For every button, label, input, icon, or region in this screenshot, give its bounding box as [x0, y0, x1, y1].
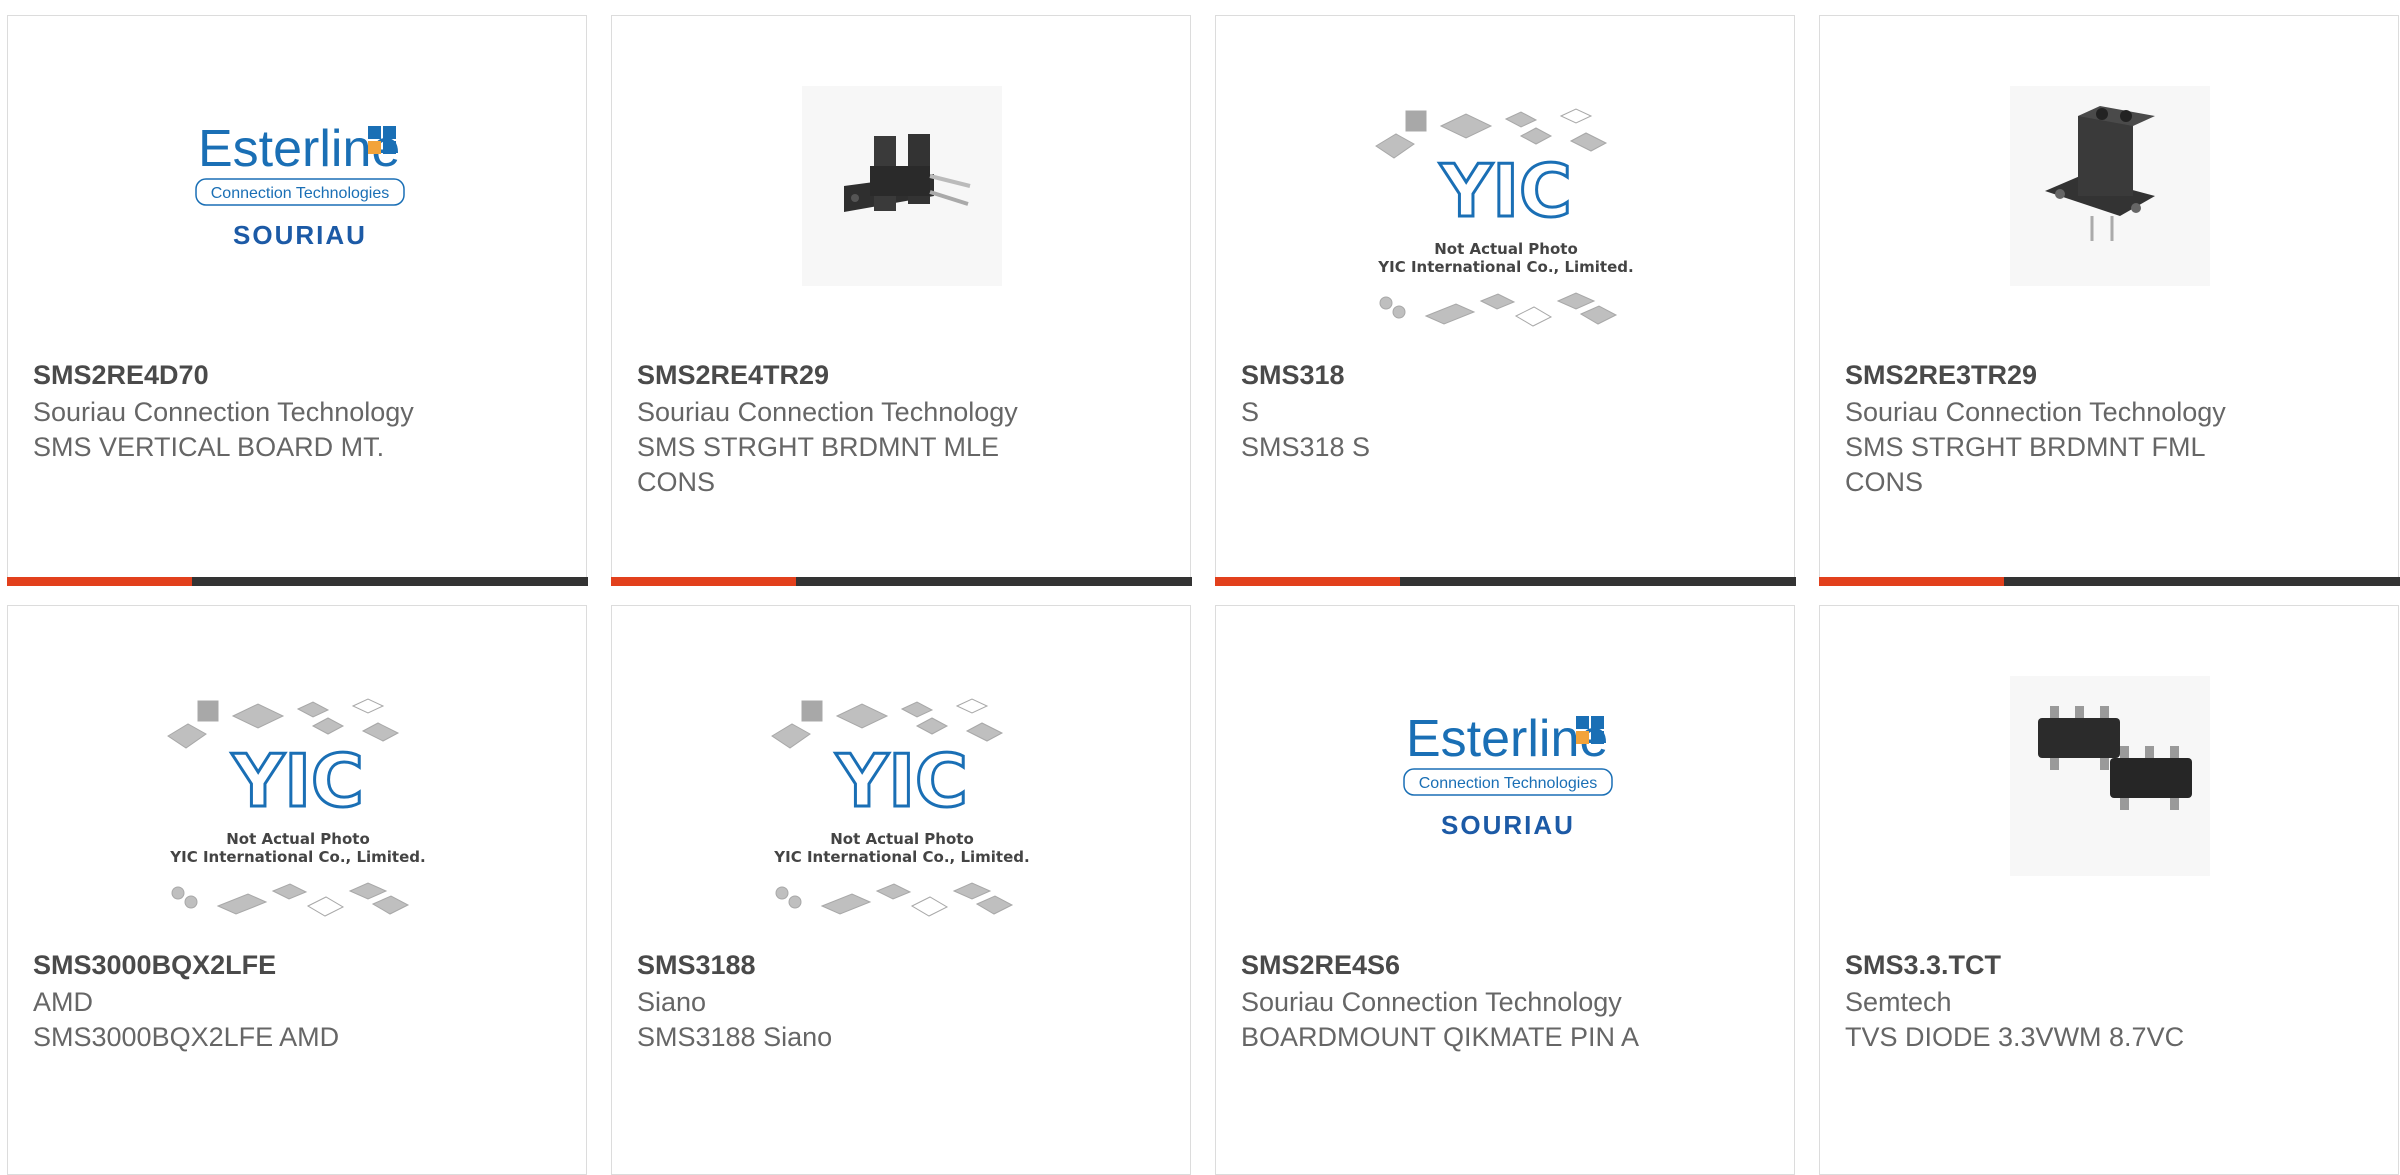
yic-placeholder-image: YIC Not Actual Photo YIC International C…	[771, 698, 1030, 917]
product-description: SMS STRGHT BRDMNT MLE CONS	[637, 432, 1000, 497]
part-number[interactable]: SMS2RE4TR29	[637, 358, 829, 392]
card-accent	[6, 576, 192, 586]
esterline-souriau-logo: Esterline Connection Technologies SOURIA…	[1403, 710, 1613, 840]
logo-sub-text: Connection Technologies	[1419, 775, 1598, 792]
product-card[interactable]: SMS2RE3TR29 Souriau Connection Technolog…	[1818, 15, 2400, 586]
yic-logo-text: YIC	[231, 739, 364, 823]
product-image[interactable]	[1820, 606, 2398, 946]
card-bottom-bar	[6, 576, 588, 586]
product-grid: Esterline Connection Technologies SOURIA…	[0, 0, 2400, 1175]
manufacturer-name: AMD	[33, 987, 93, 1017]
diode-sot-photo-icon	[2010, 676, 2210, 876]
manufacturer-name: Siano	[637, 987, 707, 1017]
product-description: TVS DIODE 3.3VWM 8.7VC	[1845, 1022, 2185, 1052]
product-card[interactable]: SMS3.3.TCT Semtech TVS DIODE 3.3VWM 8.7V…	[1819, 605, 2399, 1175]
product-image[interactable]: YIC Not Actual Photo YIC International C…	[1216, 16, 1794, 356]
manufacturer-name: Semtech	[1845, 987, 1952, 1017]
part-number[interactable]: SMS318	[1241, 358, 1345, 392]
card-bottom-bar	[1214, 576, 1796, 586]
placeholder-line2: YIC International Co., Limited.	[1377, 258, 1633, 276]
card-bottom-bar	[1818, 576, 2400, 586]
product-card[interactable]: YIC Not Actual Photo YIC International C…	[1214, 15, 1796, 586]
product-image[interactable]: YIC Not Actual Photo YIC International C…	[8, 606, 586, 946]
product-card[interactable]: YIC Not Actual Photo YIC International C…	[7, 605, 587, 1175]
logo-sub-text: Connection Technologies	[211, 185, 390, 202]
product-description: SMS3188 Siano	[637, 1022, 833, 1052]
product-description: SMS VERTICAL BOARD MT.	[33, 432, 385, 462]
manufacturer-name: Souriau Connection Technology	[637, 397, 1018, 427]
placeholder-line1: Not Actual Photo	[1434, 240, 1578, 258]
yic-placeholder-image: YIC Not Actual Photo YIC International C…	[167, 698, 426, 917]
yic-placeholder-image: YIC Not Actual Photo YIC International C…	[1375, 108, 1634, 327]
card-accent	[610, 576, 796, 586]
logo-name-text: SOURIAU	[233, 220, 367, 250]
manufacturer-name: Souriau Connection Technology	[1241, 987, 1622, 1017]
product-card[interactable]: Esterline Connection Technologies SOURIA…	[6, 15, 588, 586]
card-bottom-bar	[610, 576, 1192, 586]
esterline-souriau-logo: Esterline Connection Technologies SOURIA…	[195, 120, 405, 250]
connector-photo-icon	[802, 86, 1002, 286]
manufacturer-name: Souriau Connection Technology	[1845, 397, 2226, 427]
product-image[interactable]: YIC Not Actual Photo YIC International C…	[612, 606, 1190, 946]
product-card[interactable]: SMS2RE4TR29 Souriau Connection Technolog…	[610, 15, 1192, 586]
manufacturer-name: Souriau Connection Technology	[33, 397, 414, 427]
part-number[interactable]: SMS3.3.TCT	[1845, 948, 2001, 982]
product-description: BOARDMOUNT QIKMATE PIN A	[1241, 1022, 1640, 1052]
product-description: SMS318 S	[1241, 432, 1371, 462]
placeholder-line1: Not Actual Photo	[226, 830, 370, 848]
placeholder-line2: YIC International Co., Limited.	[169, 848, 425, 866]
product-image[interactable]	[1820, 16, 2398, 356]
product-card[interactable]: Esterline Connection Technologies SOURIA…	[1215, 605, 1795, 1175]
product-description: SMS STRGHT BRDMNT FML CONS	[1845, 432, 2205, 497]
yic-logo-text: YIC	[1439, 149, 1572, 233]
yic-logo-text: YIC	[835, 739, 968, 823]
card-accent	[1818, 576, 2004, 586]
manufacturer-name: S	[1241, 397, 1260, 427]
part-number[interactable]: SMS2RE4D70	[33, 358, 209, 392]
placeholder-line2: YIC International Co., Limited.	[773, 848, 1029, 866]
card-accent	[1214, 576, 1400, 586]
part-number[interactable]: SMS2RE4S6	[1241, 948, 1400, 982]
connector-photo-icon	[2010, 86, 2210, 286]
product-image[interactable]: Esterline Connection Technologies SOURIA…	[1216, 606, 1794, 946]
part-number[interactable]: SMS3000BQX2LFE	[33, 948, 276, 982]
product-image[interactable]	[612, 16, 1190, 356]
part-number[interactable]: SMS3188	[637, 948, 756, 982]
logo-name-text: SOURIAU	[1441, 810, 1575, 840]
placeholder-line1: Not Actual Photo	[830, 830, 974, 848]
product-card[interactable]: YIC Not Actual Photo YIC International C…	[611, 605, 1191, 1175]
product-image[interactable]: Esterline Connection Technologies SOURIA…	[8, 16, 586, 356]
part-number[interactable]: SMS2RE3TR29	[1845, 358, 2037, 392]
product-description: SMS3000BQX2LFE AMD	[33, 1022, 340, 1052]
